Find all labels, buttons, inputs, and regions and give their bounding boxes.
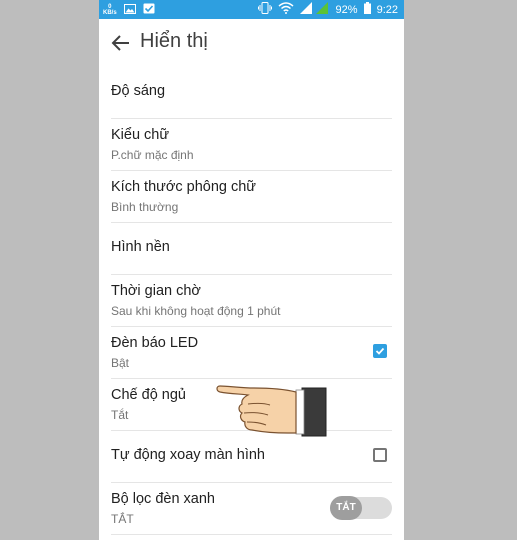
setting-value: TẮT (111, 512, 134, 526)
settings-list: Độ sáng Kiểu chữ P.chữ mặc định Kích thư… (99, 67, 404, 535)
status-bar-right: 92% 9:22 (257, 0, 398, 19)
setting-brightness[interactable]: Độ sáng (111, 67, 392, 119)
check-icon (143, 1, 155, 19)
page-title: Hiển thị (140, 30, 208, 52)
setting-led-indicator[interactable]: Đèn báo LED Bật (111, 327, 392, 379)
toggle-thumb: TẮT (330, 496, 362, 520)
setting-screen-timeout[interactable]: Thời gian chờ Sau khi không hoạt động 1 … (111, 275, 392, 327)
setting-font-size[interactable]: Kích thước phông chữ Bình thường (111, 171, 392, 223)
battery-level: 92% (335, 3, 358, 16)
blue-light-filter-toggle[interactable]: TẮT (330, 496, 392, 520)
setting-label: Độ sáng (111, 83, 166, 99)
vibrate-icon (257, 2, 272, 17)
network-speed-unit: KB/s (103, 9, 117, 16)
setting-value: Sau khi không hoạt động 1 phút (111, 304, 281, 318)
phone-screen: 0 KB/s 92% 9:22 Hiển thị Độ sáng Kiểu ch… (99, 0, 404, 540)
setting-auto-rotate[interactable]: Tự động xoay màn hình (111, 431, 392, 483)
setting-label: Tự động xoay màn hình (111, 447, 265, 463)
setting-wallpaper[interactable]: Hình nền (111, 223, 392, 275)
arrow-left-icon (111, 35, 129, 51)
setting-value: Bật (111, 356, 130, 370)
setting-label: Kiểu chữ (111, 127, 170, 143)
clock: 9:22 (376, 3, 398, 16)
checkmark-icon (375, 347, 385, 355)
setting-label: Đèn báo LED (111, 335, 199, 351)
app-bar: Hiển thị (99, 19, 404, 67)
signal-icon (299, 2, 330, 17)
image-icon (123, 1, 136, 19)
led-indicator-checkbox[interactable] (373, 344, 387, 358)
setting-label: Hình nền (111, 239, 170, 255)
network-speed: 0 KB/s (103, 4, 117, 16)
setting-blue-light-filter[interactable]: Bộ lọc đèn xanh TẮT TẮT (111, 483, 392, 535)
status-bar-left: 0 KB/s (103, 0, 155, 19)
pointing-hand-icon (216, 385, 327, 437)
auto-rotate-checkbox[interactable] (373, 448, 387, 462)
setting-value: P.chữ mặc định (111, 148, 194, 162)
setting-label: Kích thước phông chữ (111, 179, 256, 195)
setting-label: Thời gian chờ (111, 283, 201, 299)
setting-value: Tắt (111, 408, 129, 422)
status-bar: 0 KB/s 92% 9:22 (99, 0, 404, 19)
battery-icon (363, 2, 371, 17)
setting-label: Chế độ ngủ (111, 387, 186, 403)
back-button[interactable] (109, 31, 133, 55)
setting-label: Bộ lọc đèn xanh (111, 491, 215, 507)
setting-font-style[interactable]: Kiểu chữ P.chữ mặc định (111, 119, 392, 171)
setting-value: Bình thường (111, 200, 179, 214)
wifi-icon (278, 2, 294, 17)
